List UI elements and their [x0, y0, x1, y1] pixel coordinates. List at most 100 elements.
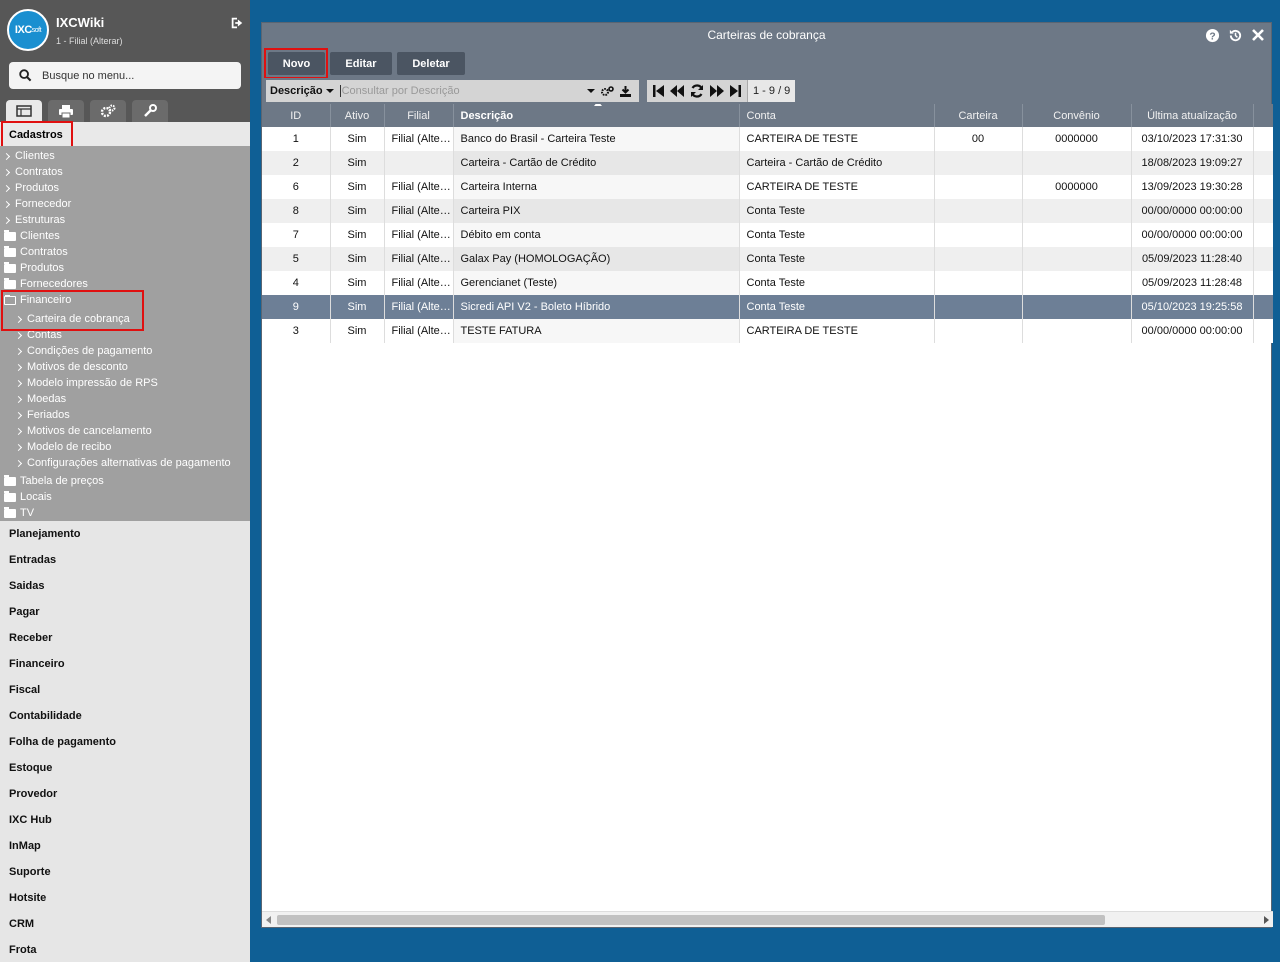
section-provedor[interactable]: Provedor [9, 788, 57, 800]
download-icon[interactable] [620, 85, 631, 97]
caret-down-icon[interactable] [325, 88, 334, 94]
refresh-icon[interactable] [690, 84, 704, 98]
tab-print[interactable] [48, 100, 84, 122]
sidebar-item-modelo-impressao-de-rps[interactable]: Modelo impressão de RPS [14, 377, 158, 389]
section-financeiro[interactable]: Financeiro [9, 658, 65, 670]
section-inmap[interactable]: InMap [9, 840, 41, 852]
column-header-ti[interactable]: Ti [1253, 104, 1273, 127]
filter-search-input[interactable]: Consultar por Descrição [339, 85, 587, 97]
sidebar-item-clientes[interactable]: Clientes [2, 150, 55, 162]
section-folha-de-pagamento[interactable]: Folha de pagamento [9, 736, 116, 748]
sidebar-item-condicoes-de-pagamento[interactable]: Condições de pagamento [14, 345, 153, 357]
column-header-ultima-atualizacao[interactable]: Última atualização [1131, 104, 1254, 127]
sidebar-item-fornecedores[interactable]: Fornecedores [4, 277, 88, 290]
previous-page-icon[interactable] [670, 85, 684, 97]
sidebar-item-clientes[interactable]: Clientes [4, 229, 60, 242]
sidebar-item-produtos[interactable]: Produtos [2, 182, 59, 194]
table-row[interactable]: 2 Sim Carteira - Cartão de Crédito Carteira… [262, 151, 1273, 175]
section-estoque[interactable]: Estoque [9, 762, 52, 774]
sidebar-item-moedas[interactable]: Moedas [14, 393, 67, 405]
sidebar-item-modelo-de-recibo[interactable]: Modelo de recibo [14, 441, 111, 453]
sidebar-item-fornecedor[interactable]: Fornecedor [2, 198, 71, 210]
sidebar-item-label: Condições de pagamento [27, 345, 153, 357]
table-row[interactable]: 9 Sim Filial (Alterar) Sicredi API V2 - Bol… [262, 295, 1273, 319]
app-logo[interactable]: IXC soft [7, 9, 49, 51]
sidebar-item-motivos-de-cancelamento[interactable]: Motivos de cancelamento [14, 425, 152, 437]
column-header-id[interactable]: ID [262, 104, 331, 127]
sidebar-item-estruturas[interactable]: Estruturas [2, 214, 65, 226]
table-row[interactable]: 3 Sim Filial (Alterar) TESTE FATURA CARTEIRA… [262, 319, 1273, 343]
section-pagar[interactable]: Pagar [9, 606, 40, 618]
section-frota[interactable]: Frota [9, 944, 37, 956]
scrollbar-thumb[interactable] [277, 915, 1105, 925]
sidebar-item-produtos[interactable]: Produtos [4, 261, 64, 274]
last-page-icon[interactable] [730, 85, 741, 97]
section-crm[interactable]: CRM [9, 918, 34, 930]
sidebar-item-label: TV [20, 507, 35, 519]
sidebar-item-label: Moedas [27, 393, 67, 405]
sidebar-item-label: Tabela de preços [20, 475, 104, 487]
highlight-box-cadastros [1, 121, 73, 148]
section-suporte[interactable]: Suporte [9, 866, 51, 878]
section-fiscal[interactable]: Fiscal [9, 684, 40, 696]
section-ixc-hub[interactable]: IXC Hub [9, 814, 52, 826]
sidebar-item-tabela-de-precos[interactable]: Tabela de preços [4, 474, 104, 487]
sidebar-item-contratos[interactable]: Contratos [4, 245, 68, 258]
table-row[interactable]: 7 Sim Filial (Alterar) Débito em conta Conta… [262, 223, 1273, 247]
sidebar-item-configuracoes-alternativas-de-pagamento[interactable]: Configurações alternativas de pagamento [14, 457, 231, 469]
section-entradas[interactable]: Entradas [9, 554, 56, 566]
table-row[interactable]: 8 Sim Filial (Alterar) Carteira PIX Conta Te… [262, 199, 1273, 223]
scroll-right-icon[interactable] [1264, 916, 1269, 924]
sidebar-item-motivos-de-desconto[interactable]: Motivos de desconto [14, 361, 128, 373]
highlight-box-financeiro [1, 290, 144, 331]
menu-search-input[interactable]: Busque no menu... [9, 62, 241, 89]
section-hotsite[interactable]: Hotsite [9, 892, 46, 904]
filter-field-select[interactable]: Descrição [270, 85, 323, 97]
edit-button[interactable]: Editar [330, 52, 392, 75]
logout-icon[interactable] [230, 16, 244, 30]
first-page-icon[interactable] [653, 85, 664, 97]
history-icon[interactable] [1228, 28, 1243, 43]
sidebar-item-locais[interactable]: Locais [4, 490, 52, 503]
highlight-box-new [264, 48, 328, 79]
tab-tools[interactable] [132, 100, 168, 122]
section-saidas[interactable]: Saidas [9, 580, 44, 592]
caret-down-icon[interactable] [587, 88, 595, 94]
table-row[interactable]: 5 Sim Filial (Alterar) Galax Pay (HOMOLOGAÇ… [262, 247, 1273, 271]
cell-conta: Conta Teste [739, 295, 935, 319]
cell-carteira [934, 295, 1023, 319]
column-header-carteira[interactable]: Carteira [934, 104, 1023, 127]
help-icon[interactable]: ? [1205, 28, 1220, 43]
tab-registers[interactable] [6, 100, 42, 122]
scroll-left-icon[interactable] [266, 916, 271, 924]
column-header-descricao[interactable]: Descrição [453, 104, 740, 127]
column-header-convenio[interactable]: Convênio [1022, 104, 1132, 127]
column-header-filial[interactable]: Filial [384, 104, 454, 127]
delete-button[interactable]: Deletar [397, 52, 465, 75]
branch-selector[interactable]: 1 - Filial (Alterar) [56, 36, 123, 46]
cell-filial: Filial (Alterar) [384, 271, 454, 295]
next-page-icon[interactable] [710, 85, 724, 97]
horizontal-scrollbar[interactable] [262, 911, 1273, 927]
advanced-filter-icon[interactable] [601, 85, 614, 97]
section-contabilidade[interactable]: Contabilidade [9, 710, 82, 722]
column-header-ativo[interactable]: Ativo [330, 104, 385, 127]
cell-descricao: Débito em conta [453, 223, 740, 247]
cell-id: 3 [262, 319, 331, 343]
column-header-conta[interactable]: Conta [739, 104, 935, 127]
close-icon[interactable] [1251, 28, 1265, 42]
sidebar-item-contratos[interactable]: Contratos [2, 166, 63, 178]
table-row[interactable]: 6 Sim Filial (Alterar) Carteira Interna CART… [262, 175, 1273, 199]
cell-ativo: Sim [330, 199, 385, 223]
cell-convenio: 0000000 [1022, 175, 1132, 199]
table-row[interactable]: 1 Sim Filial (Alterar) Banco do Brasil - Ca… [262, 127, 1273, 151]
sidebar-item-feriados[interactable]: Feriados [14, 409, 70, 421]
section-receber[interactable]: Receber [9, 632, 52, 644]
cell-ativo: Sim [330, 175, 385, 199]
tab-settings[interactable] [90, 100, 126, 122]
cell-id: 6 [262, 175, 331, 199]
section-planejamento[interactable]: Planejamento [9, 528, 81, 540]
table-row[interactable]: 4 Sim Filial (Alterar) Gerencianet (Teste) C… [262, 271, 1273, 295]
sidebar-item-tv[interactable]: TV [4, 506, 35, 519]
chevron-right-icon [2, 216, 11, 224]
